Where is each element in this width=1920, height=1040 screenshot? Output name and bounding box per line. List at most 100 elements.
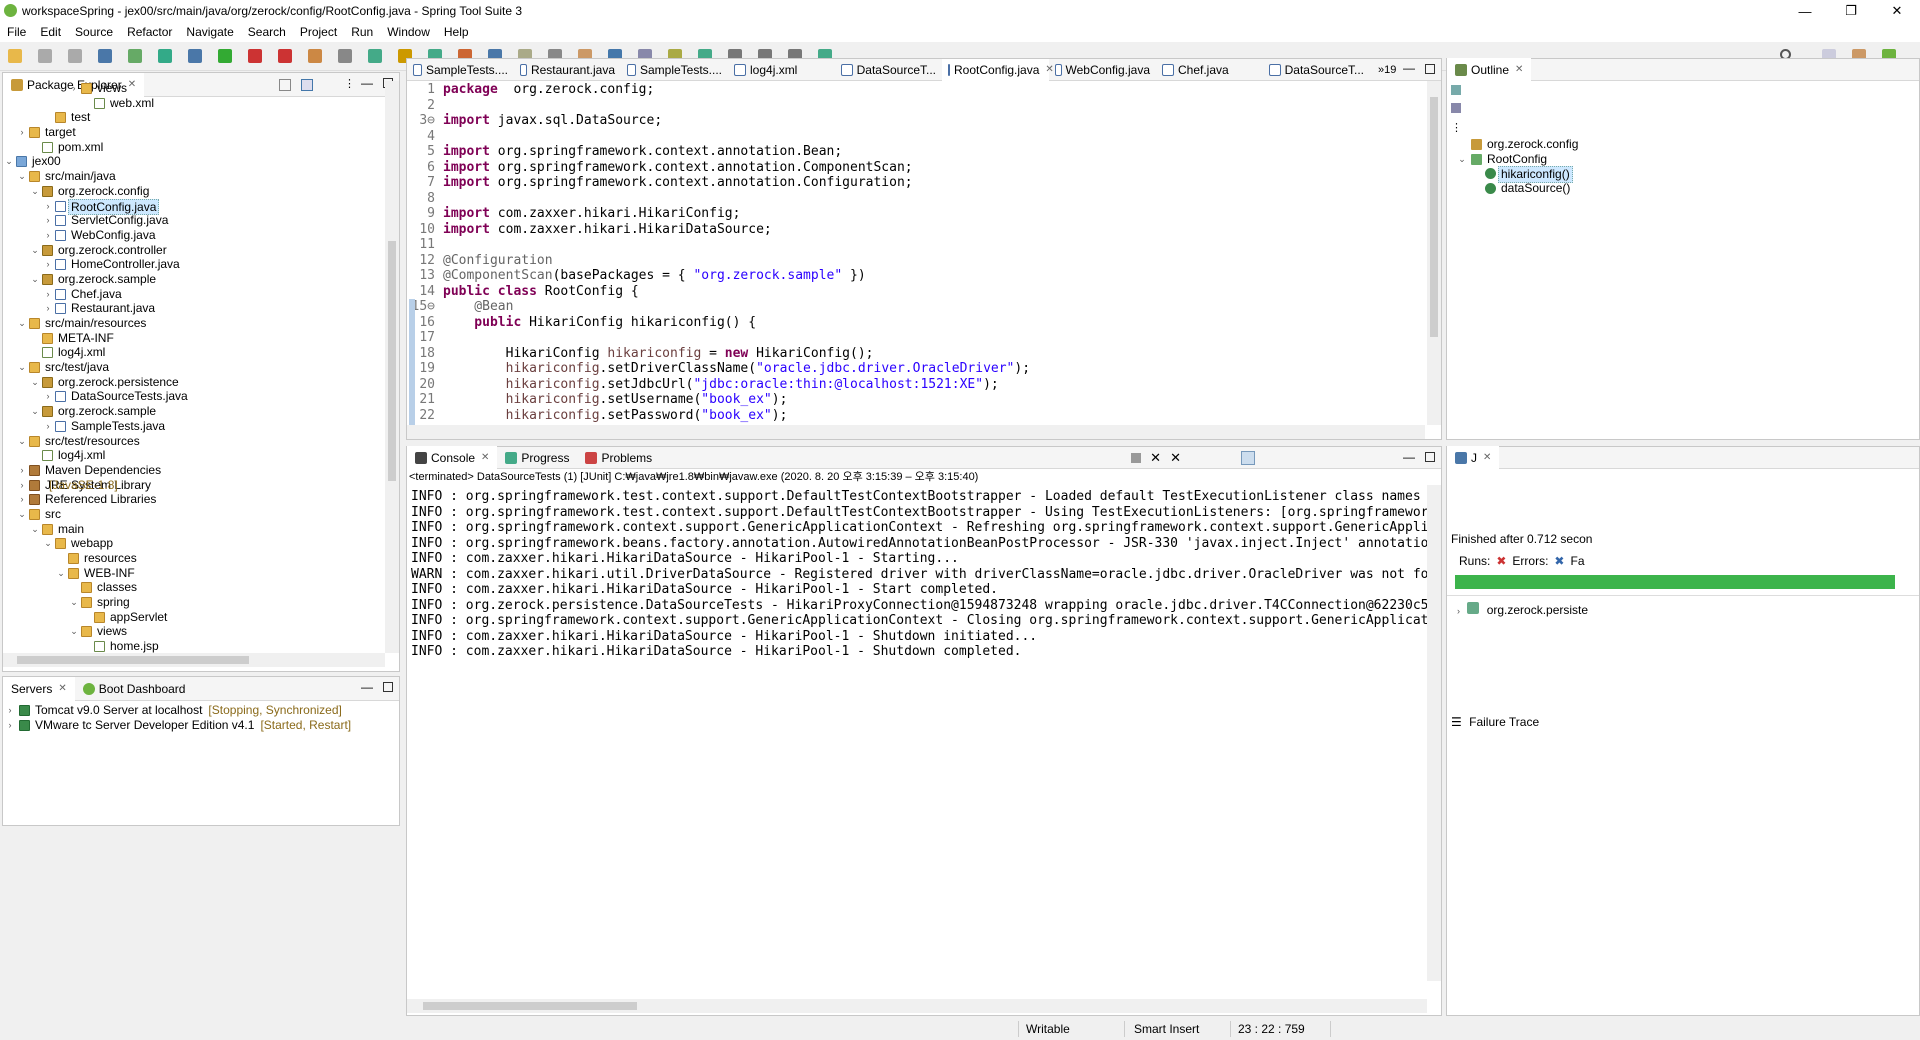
terminate-icon[interactable]: [1131, 453, 1141, 463]
collapse-icon[interactable]: ⌄: [17, 360, 27, 375]
editor-tab[interactable]: DataSourceT...: [1263, 59, 1370, 81]
tree-item[interactable]: › Chef.java: [3, 287, 385, 302]
tree-item[interactable]: log4j.xml: [3, 448, 385, 463]
tab-progress[interactable]: Progress: [497, 446, 577, 470]
editor-tab[interactable]: DataSourceT...: [835, 59, 942, 81]
tree-item[interactable]: test: [3, 110, 385, 125]
menu-search[interactable]: Search: [241, 25, 293, 39]
editor-tab[interactable]: Restaurant.java: [514, 59, 621, 81]
close-icon[interactable]: ✕: [58, 683, 66, 694]
tree-item[interactable]: › Referenced Libraries: [3, 492, 385, 507]
toolbar-icon[interactable]: [158, 49, 172, 63]
maximize-view-icon[interactable]: [1425, 452, 1435, 462]
tab-overflow-indicator[interactable]: »19: [1378, 64, 1396, 76]
expand-icon[interactable]: ›: [43, 257, 53, 272]
editor-tab[interactable]: SampleTests....: [621, 59, 728, 81]
horizontal-scrollbar[interactable]: [3, 653, 385, 667]
tree-item[interactable]: appServlet: [3, 610, 385, 625]
collapse-icon[interactable]: ⌄: [30, 184, 40, 199]
tree-item[interactable]: ⌄ src/main/java: [3, 169, 385, 184]
collapse-icon[interactable]: ⌄: [69, 624, 79, 639]
editor-vertical-scrollbar[interactable]: [1427, 81, 1441, 425]
menu-source[interactable]: Source: [68, 25, 120, 39]
collapse-icon[interactable]: ⌄: [69, 595, 79, 610]
tab-problems[interactable]: Problems: [577, 446, 660, 470]
hide-fields-icon[interactable]: [1451, 103, 1461, 113]
maximize-view-icon[interactable]: [1425, 64, 1435, 74]
tree-item[interactable]: log4j.xml: [3, 345, 385, 360]
expand-icon[interactable]: ›: [43, 419, 53, 434]
expand-icon[interactable]: ›: [5, 703, 15, 718]
menu-window[interactable]: Window: [380, 25, 437, 39]
tree-item[interactable]: resources: [3, 551, 385, 566]
menu-help[interactable]: Help: [437, 25, 476, 39]
close-button[interactable]: ✕: [1874, 0, 1920, 22]
editor-tab[interactable]: log4j.xml: [728, 59, 835, 81]
tab-servers[interactable]: Servers ✕: [3, 676, 75, 701]
sort-icon[interactable]: [1451, 85, 1461, 95]
tree-item[interactable]: ⌄ WEB-INF: [3, 566, 385, 581]
tree-item[interactable]: ⌄ src: [3, 507, 385, 522]
collapse-icon[interactable]: ⌄: [17, 434, 27, 449]
menu-refactor[interactable]: Refactor: [120, 25, 179, 39]
maximize-button[interactable]: ❐: [1828, 0, 1874, 22]
tab-console[interactable]: Console ✕: [407, 445, 498, 470]
tree-item[interactable]: › WebConfig.java: [3, 228, 385, 243]
toolbar-icon[interactable]: [368, 49, 382, 63]
collapse-icon[interactable]: ⌄: [30, 243, 40, 258]
tree-item[interactable]: web.xml: [3, 96, 385, 111]
collapse-icon[interactable]: ⌄: [17, 507, 27, 522]
scroll-lock-icon[interactable]: [1241, 451, 1255, 465]
expand-icon[interactable]: ›: [5, 718, 15, 733]
close-icon[interactable]: ✕: [481, 452, 489, 463]
failure-trace-area[interactable]: [1447, 753, 1919, 1015]
minimize-view-icon[interactable]: —: [361, 680, 373, 694]
toolbar-icon[interactable]: [248, 49, 262, 63]
expand-icon[interactable]: ›: [43, 389, 53, 404]
tree-item[interactable]: › SampleTests.java: [3, 419, 385, 434]
tree-item[interactable]: ⌄ views: [3, 624, 385, 639]
code-area[interactable]: 1 package org.zerock.config; 2 3⊖ import jav…: [407, 81, 1425, 425]
menu-file[interactable]: File: [0, 25, 33, 39]
tree-item[interactable]: META-INF: [3, 331, 385, 346]
tree-item[interactable]: home.jsp: [3, 639, 385, 654]
collapse-icon[interactable]: ⌄: [4, 154, 14, 169]
console-vertical-scrollbar[interactable]: [1427, 485, 1441, 981]
minimize-button[interactable]: —: [1782, 0, 1828, 22]
tree-item[interactable]: pom.xml: [3, 140, 385, 155]
tree-item[interactable]: ⌄ org.zerock.sample: [3, 404, 385, 419]
tree-item[interactable]: › HomeController.java: [3, 257, 385, 272]
tree-item[interactable]: › DataSourceTests.java: [3, 389, 385, 404]
editor-horizontal-scrollbar[interactable]: [407, 425, 1425, 439]
expand-icon[interactable]: ›: [69, 81, 79, 96]
collapse-icon[interactable]: ⌄: [30, 272, 40, 287]
tree-item[interactable]: › Maven Dependencies: [3, 463, 385, 478]
menu-navigate[interactable]: Navigate: [179, 25, 240, 39]
expand-icon[interactable]: ›: [43, 228, 53, 243]
outline-item[interactable]: ⌄ RootConfig: [1447, 152, 1919, 167]
toolbar-icon[interactable]: [338, 49, 352, 63]
tree-item[interactable]: › views: [3, 81, 385, 96]
collapse-icon[interactable]: ⌄: [17, 169, 27, 184]
tree-item[interactable]: › JRE System Library [JavaSE-1.8]: [3, 478, 385, 493]
toolbar-icon[interactable]: [38, 49, 52, 63]
tab-junit[interactable]: J ✕: [1447, 445, 1500, 470]
editor-tab[interactable]: RootConfig.java ✕: [942, 58, 1054, 81]
collapse-icon[interactable]: ⌄: [30, 404, 40, 419]
tree-item[interactable]: › Restaurant.java: [3, 301, 385, 316]
tree-item[interactable]: ⌄ org.zerock.config: [3, 184, 385, 199]
menu-run[interactable]: Run: [344, 25, 380, 39]
menu-project[interactable]: Project: [293, 25, 344, 39]
vertical-scrollbar[interactable]: [385, 81, 399, 653]
tree-item[interactable]: ⌄ spring: [3, 595, 385, 610]
tree-item[interactable]: ⌄ src/test/resources: [3, 434, 385, 449]
expand-icon[interactable]: ›: [43, 287, 53, 302]
tree-item[interactable]: › target: [3, 125, 385, 140]
toolbar-icon[interactable]: [188, 49, 202, 63]
tree-item[interactable]: ⌄ jex00: [3, 154, 385, 169]
tree-item[interactable]: ⌄ src/test/java: [3, 360, 385, 375]
expand-icon[interactable]: ›: [17, 492, 27, 507]
tree-item[interactable]: ⌄ org.zerock.controller: [3, 243, 385, 258]
outline-item[interactable]: hikariconfig(): [1447, 166, 1919, 184]
server-item[interactable]: › VMware tc Server Developer Edition v4.1…: [3, 718, 385, 733]
